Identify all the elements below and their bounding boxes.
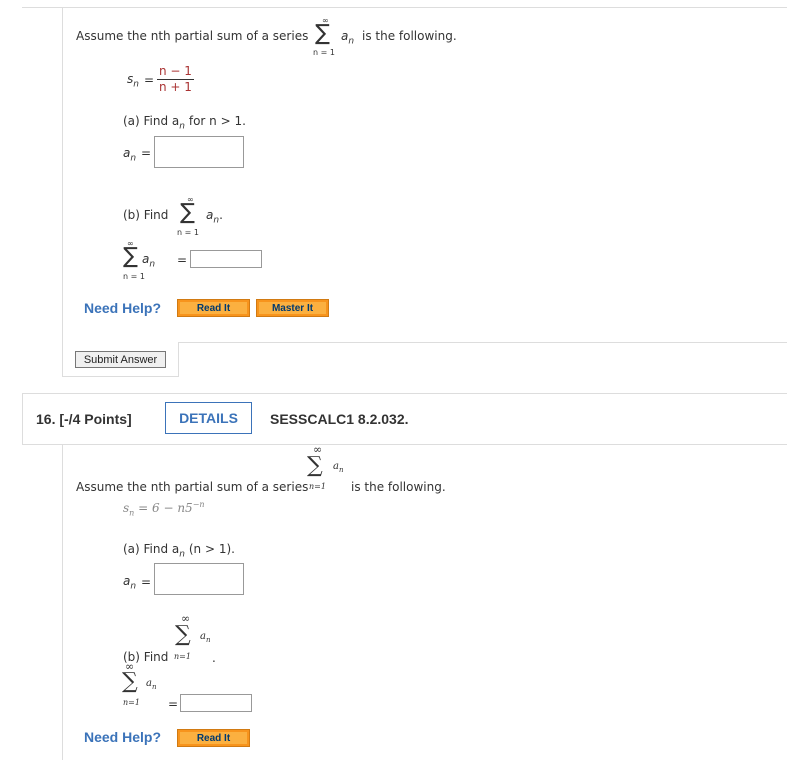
p15-ans-eq: = <box>177 253 188 267</box>
p16-header-left <box>22 393 23 445</box>
p16-number: 16. [-/4 Points] <box>36 411 132 427</box>
submit-box-top <box>178 342 787 343</box>
p15-intro-prefix: Assume the nth partial sum of a series <box>76 29 309 43</box>
p15-read-it-label: Read It <box>180 302 247 314</box>
p16-an-label: an <box>123 574 136 591</box>
p15-intro-suffix: is the following. <box>362 29 457 43</box>
p16-header-top <box>22 393 787 394</box>
p16-b-period: . <box>212 651 216 665</box>
p16-formula-exp: −n <box>192 500 205 509</box>
p16-details-label: DETAILS <box>179 410 238 426</box>
p16-ans-n1: n=1 <box>123 698 140 707</box>
p16-part-a-text: (a) Find a <box>123 542 180 556</box>
p15-an-eq: = <box>141 146 152 160</box>
p16-an-input[interactable] <box>154 563 244 595</box>
top-border <box>22 7 787 8</box>
p16-number-text: 16. <box>36 411 56 427</box>
p15-sn-den: n + 1 <box>159 80 192 94</box>
p16-need-help: Need Help? <box>84 729 162 745</box>
submit-answer-button[interactable]: Submit Answer <box>75 351 166 368</box>
p15-ans-an: an <box>142 252 155 269</box>
p15-master-it-label: Master It <box>259 302 326 314</box>
p15-master-it-button[interactable]: Master It <box>256 299 329 317</box>
p16-part-a: (a) Find an (n > 1). <box>123 542 235 559</box>
p16-b-n1: n=1 <box>174 652 191 661</box>
p16-b-sub: n <box>205 636 211 644</box>
p15-an-label: an <box>123 146 136 163</box>
p15-intro-n1: n = 1 <box>313 48 335 57</box>
p16-an-eq: = <box>141 575 152 589</box>
p15-part-a-text: (a) Find a <box>123 114 180 128</box>
p15-intro: Assume the nth partial sum of a series <box>76 29 308 43</box>
submit-box-right <box>178 342 179 377</box>
p16-ans-sub: n <box>151 683 157 691</box>
p16-part-a-sub: n <box>179 549 186 560</box>
p16-read-it-label: Read It <box>180 732 247 744</box>
p16-intro-an: an <box>333 461 343 474</box>
p15-intro-an: an <box>341 29 354 46</box>
p15-s-sub: n <box>133 79 139 90</box>
p16-an-sub: n <box>130 581 137 592</box>
p16-sum-input[interactable] <box>180 694 252 712</box>
submit-answer-label: Submit Answer <box>83 353 158 366</box>
p16-points: [-/4 Points] <box>59 411 132 427</box>
p15-part-b: (b) Find <box>123 208 169 222</box>
p15-part-a-rest: for n > 1. <box>188 114 246 128</box>
p16-b-an: an <box>200 631 210 644</box>
p15-part-a: (a) Find an for n > 1. <box>123 114 246 131</box>
p16-intro-n1: n=1 <box>309 482 326 491</box>
p15-read-it-button[interactable]: Read It <box>177 299 250 317</box>
p15-b-an: an. <box>206 208 223 225</box>
p16-formula: sn = 6 − n5−n <box>123 500 205 517</box>
p16-code: SESSCALC1 8.2.032. <box>270 411 409 427</box>
p15-b-period: . <box>219 208 223 222</box>
p16-intro-prefix: Assume the nth partial sum of a series <box>76 480 309 494</box>
p16-ans-eq: = <box>168 697 179 711</box>
submit-box-bottom <box>62 376 179 377</box>
p15-an-sub: n <box>130 153 137 164</box>
p16-read-it-button[interactable]: Read It <box>177 729 250 747</box>
p16-part-a-rest: (n > 1). <box>188 542 235 556</box>
p15-ans-n1: n = 1 <box>123 272 145 281</box>
p15-intro-sub: n <box>348 36 355 47</box>
p16-ans-sigma: ∑ <box>122 669 138 694</box>
p16-ans-an: an <box>146 678 156 691</box>
p16-intro-suffix: is the following. <box>351 480 446 494</box>
left-border <box>62 7 63 376</box>
p15-sum-input[interactable] <box>190 250 262 268</box>
p16-formula-rest: = 6 − n5 <box>134 501 193 515</box>
p15-part-a-sub: n <box>179 121 186 132</box>
p15-sn-num: n − 1 <box>159 64 192 78</box>
p15-an-input[interactable] <box>154 136 244 168</box>
p16-intro-sigma: ∑ <box>307 453 323 478</box>
p16-left-border <box>62 444 63 760</box>
p15-sn-eq: = <box>144 73 155 87</box>
p16-details-button[interactable]: DETAILS <box>165 402 252 434</box>
p15-need-help: Need Help? <box>84 300 162 316</box>
p15-b-n1: n = 1 <box>177 228 199 237</box>
p15-intro-sigma: ∑ <box>315 21 330 46</box>
p15-ans-sigma: ∑ <box>123 244 138 269</box>
p16-intro-sub: n <box>338 466 344 474</box>
p15-sn-label: sn <box>127 72 139 89</box>
p15-b-sigma: ∑ <box>180 200 195 225</box>
p16-b-sigma: ∑ <box>175 622 191 647</box>
p15-ans-sub: n <box>149 259 156 270</box>
p16-header-bottom <box>22 444 787 445</box>
